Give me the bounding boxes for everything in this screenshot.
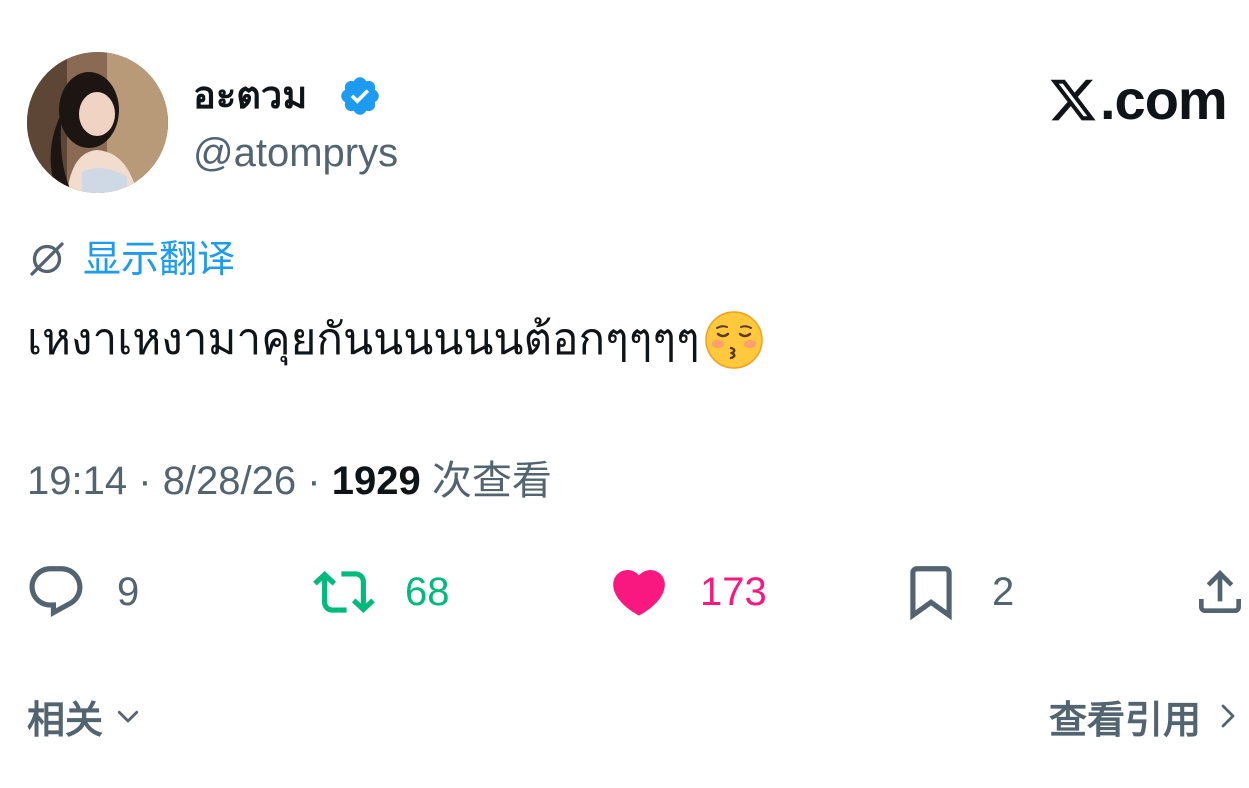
translate-icon: [30, 242, 64, 276]
tweet-meta: 19:14 · 8/28/26 · 1929 次查看: [27, 455, 552, 507]
view-quotes-button[interactable]: 查看引用: [1049, 690, 1243, 742]
display-name[interactable]: อะตวม: [193, 70, 307, 120]
like-button[interactable]: 173: [608, 560, 767, 624]
share-icon: [1199, 570, 1241, 613]
show-translation-button[interactable]: 显示翻译: [27, 234, 235, 284]
reply-count: 9: [117, 570, 140, 614]
user-handle[interactable]: @atomprys: [193, 128, 398, 178]
retweet-count: 68: [405, 570, 450, 614]
bookmark-count: 2: [992, 570, 1015, 614]
heart-icon: [613, 570, 665, 616]
verified-badge-icon: [341, 77, 379, 115]
meta-separator: ·: [138, 459, 152, 503]
view-quotes-label: 查看引用: [1048, 697, 1201, 742]
avatar-photo: [27, 52, 168, 193]
related-label: 相关: [27, 697, 104, 742]
logo-text: .com: [1100, 68, 1228, 131]
meta-separator: ·: [307, 459, 321, 503]
tweet-body: เหงาเหงามาคุยกันนนนนนต้อกๆๆๆๆ: [27, 314, 700, 365]
tweet-time[interactable]: 19:14: [27, 459, 127, 503]
retweet-button[interactable]: 68: [313, 560, 450, 624]
retweet-icon: [313, 571, 375, 613]
bookmark-button[interactable]: 2: [900, 560, 1014, 624]
tweet-text: เหงาเหงามาคุยกันนนนนนต้อกๆๆๆๆ: [27, 308, 764, 372]
related-button[interactable]: 相关: [27, 690, 143, 742]
kissing-face-icon: [704, 311, 763, 369]
reply-button[interactable]: 9: [25, 560, 139, 624]
tweet-date[interactable]: 8/28/26: [163, 459, 296, 503]
bookmark-icon: [910, 566, 952, 621]
views-label: 次查看: [431, 458, 552, 504]
views-count: 1929: [331, 459, 421, 503]
chevron-down-icon: [117, 710, 139, 723]
reply-icon: [29, 566, 83, 618]
x-icon: [1050, 79, 1096, 121]
translate-label: 显示翻译: [83, 237, 236, 281]
like-count: 173: [700, 570, 767, 614]
share-button[interactable]: [1192, 560, 1248, 624]
x-logo: .com: [1048, 68, 1228, 131]
avatar[interactable]: [27, 52, 168, 193]
chevron-right-icon: [1221, 704, 1235, 728]
